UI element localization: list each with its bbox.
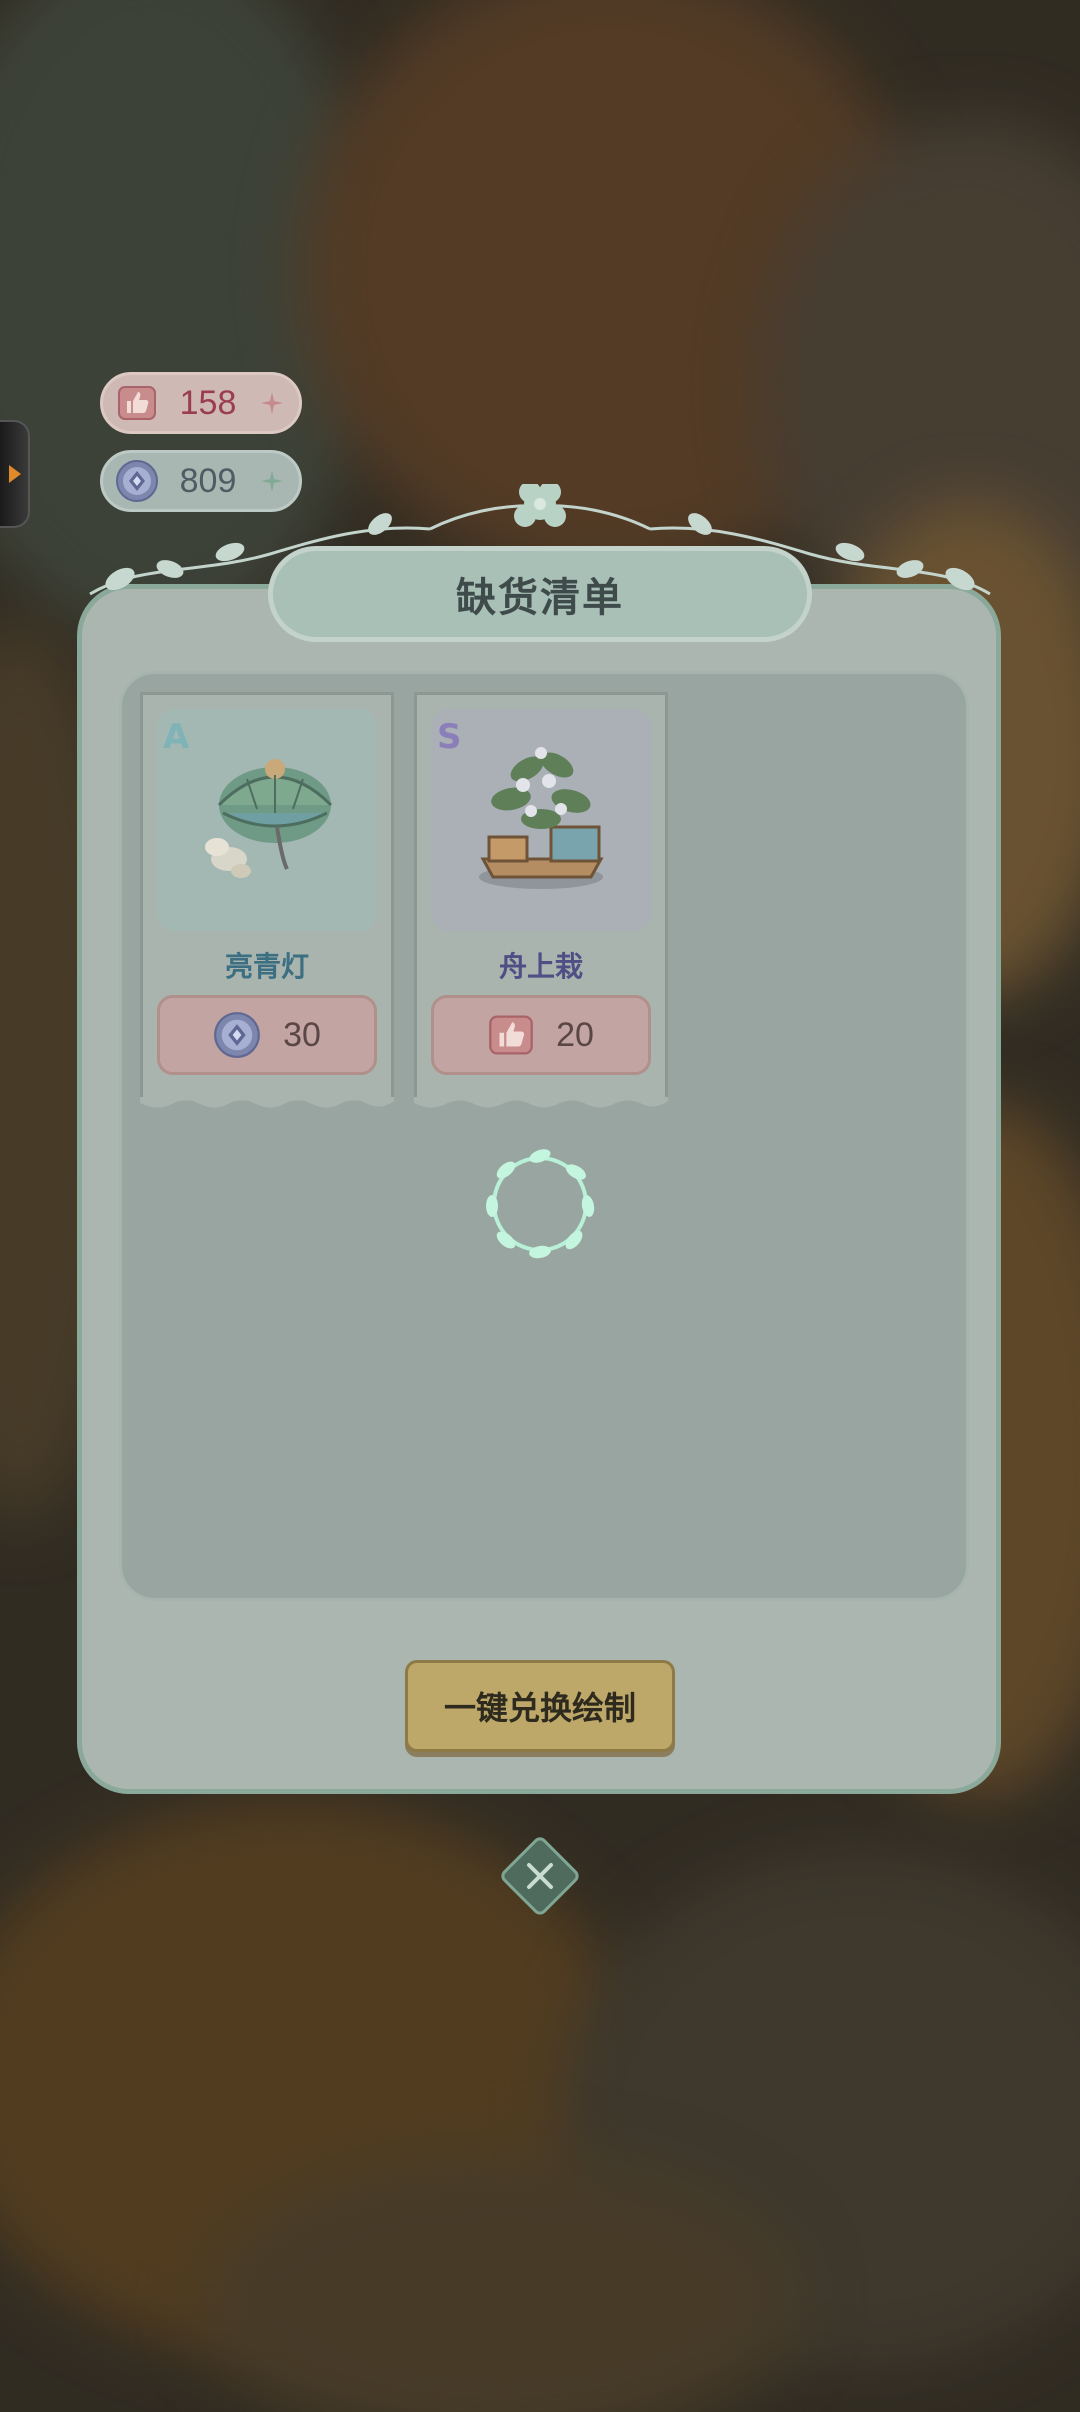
thumbs-up-icon — [115, 381, 159, 425]
item-image-lamp — [157, 709, 377, 931]
item-card-lamp[interactable]: A 亮青灯 30 — [140, 692, 394, 1108]
item-cost-value: 30 — [283, 1015, 321, 1054]
item-cost-button[interactable]: 20 — [431, 995, 651, 1075]
item-cost-value: 20 — [556, 1015, 594, 1054]
add-likes-icon[interactable] — [257, 388, 287, 418]
loading-wreath-icon — [486, 1149, 595, 1259]
item-name: 亮青灯 — [224, 950, 309, 983]
item-cost-button[interactable]: 30 — [157, 995, 377, 1075]
thumbs-up-icon — [489, 1015, 533, 1055]
torn-edge — [414, 1097, 668, 1108]
close-icon[interactable] — [496, 1832, 584, 1920]
item-grade-badge: S — [437, 717, 462, 757]
item-name: 舟上栽 — [498, 950, 583, 983]
gem-coin-icon — [214, 1012, 260, 1058]
item-grade-badge: A — [163, 717, 190, 757]
torn-edge — [140, 1097, 394, 1108]
side-drawer-handle[interactable] — [0, 420, 30, 528]
dialog-title: 缺货清单 — [456, 575, 624, 621]
item-image-boat-plant — [431, 709, 651, 931]
item-card-boat-plant[interactable]: S 舟上栽 20 — [414, 692, 668, 1108]
arrow-right-icon — [9, 465, 21, 483]
likes-count: 158 — [179, 383, 237, 422]
exchange-all-label: 一键兑换绘制 — [443, 1689, 636, 1727]
dialog-title-plate: 缺货清单 — [268, 546, 812, 642]
exchange-all-button[interactable]: 一键兑换绘制 — [405, 1660, 675, 1752]
likes-currency-pill[interactable]: 158 — [100, 372, 302, 434]
